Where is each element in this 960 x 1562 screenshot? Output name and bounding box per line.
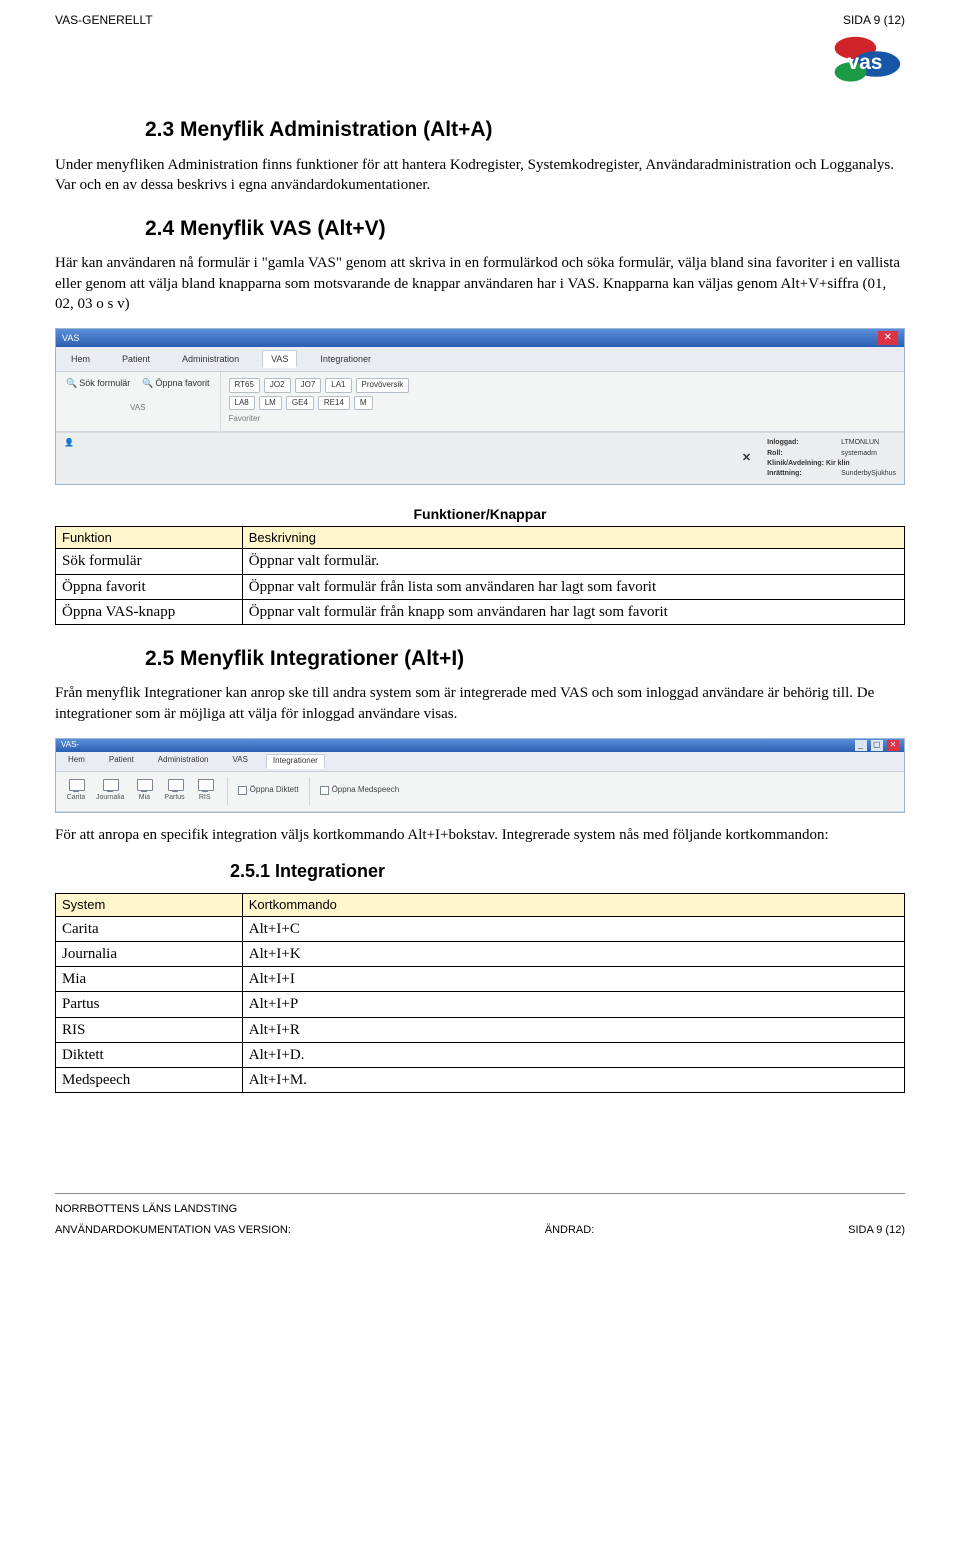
logo-row: vas bbox=[55, 32, 905, 88]
tab-patient[interactable]: Patient bbox=[103, 754, 140, 769]
minimize-icon[interactable]: _ bbox=[855, 740, 867, 751]
integration-ris[interactable]: RIS bbox=[193, 778, 217, 802]
paragraph-2-5-after: För att anropa en specifik integration v… bbox=[55, 825, 905, 845]
funktioner-knappar-table: Funktion Beskrivning Sök formulär Öppnar… bbox=[55, 526, 905, 625]
checkbox-icon bbox=[238, 786, 247, 795]
monitor-icon bbox=[66, 778, 86, 792]
status-bar: 👤 ✕ Inloggad:LTMONLUN Roll:systemadm Kli… bbox=[56, 432, 904, 484]
toolbar-group-label-vas: VAS bbox=[66, 403, 210, 414]
th-funktion: Funktion bbox=[56, 526, 243, 549]
fav-button[interactable]: M bbox=[354, 396, 373, 411]
table-row: JournaliaAlt+I+K bbox=[56, 941, 905, 966]
header-left: VAS-GENERELLT bbox=[55, 12, 153, 28]
user-icon: 👤 bbox=[64, 438, 74, 479]
monitor-icon bbox=[134, 778, 154, 792]
window-title-bar: VAS- _ ▢ ✕ bbox=[56, 739, 904, 752]
fav-button[interactable]: LM bbox=[259, 396, 282, 411]
table-row: MiaAlt+I+I bbox=[56, 967, 905, 992]
status-info: Inloggad:LTMONLUN Roll:systemadm Klinik/… bbox=[767, 438, 896, 479]
th-beskrivning: Beskrivning bbox=[242, 526, 904, 549]
table-row: MedspeechAlt+I+M. bbox=[56, 1068, 905, 1093]
checkbox-oppna-medspeech[interactable]: Öppna Medspeech bbox=[320, 785, 400, 796]
tab-hem[interactable]: Hem bbox=[62, 754, 91, 769]
fav-button[interactable]: LA8 bbox=[229, 396, 255, 411]
tab-integrationer[interactable]: Integrationer bbox=[311, 350, 380, 368]
integration-mia[interactable]: Mia bbox=[132, 778, 156, 802]
ribbon-tabs: Hem Patient Administration VAS Integrati… bbox=[56, 752, 904, 772]
toolbar-group-favoriter: RT65 JO2 JO7 LA1 Provöversik LA8 LM GE4 … bbox=[221, 372, 418, 431]
window-title-bar: VAS ✕ bbox=[56, 329, 904, 347]
toolbar-group-vas: Sök formulär Öppna favorit VAS bbox=[56, 372, 221, 431]
ribbon-tabs: Hem Patient Administration VAS Integrati… bbox=[56, 347, 904, 372]
fav-button[interactable]: Provöversik bbox=[356, 378, 410, 393]
table-row: RISAlt+I+R bbox=[56, 1017, 905, 1042]
heading-2-5-1: 2.5.1 Integrationer bbox=[230, 859, 905, 883]
table-row: Öppna favorit Öppnar valt formulär från … bbox=[56, 574, 905, 599]
table-caption-funktioner: Funktioner/Knappar bbox=[55, 505, 905, 524]
paragraph-2-3: Under menyfliken Administration finns fu… bbox=[55, 155, 905, 196]
integration-carita[interactable]: Carita bbox=[64, 778, 88, 802]
monitor-icon bbox=[195, 778, 215, 792]
monitor-icon bbox=[100, 778, 120, 792]
ribbon-toolbar: Sök formulär Öppna favorit VAS RT65 JO2 … bbox=[56, 372, 904, 432]
fav-button[interactable]: JO7 bbox=[295, 378, 322, 393]
tab-administration[interactable]: Administration bbox=[173, 350, 248, 368]
fav-button[interactable]: RE14 bbox=[318, 396, 350, 411]
close-icon[interactable]: ✕ bbox=[878, 331, 898, 345]
integration-partus[interactable]: Partus bbox=[162, 778, 186, 802]
table-row: CaritaAlt+I+C bbox=[56, 916, 905, 941]
search-icon bbox=[142, 378, 155, 388]
page-header: VAS-GENERELLT SIDA 9 (12) bbox=[55, 12, 905, 28]
th-kortkommando: Kortkommando bbox=[242, 894, 904, 917]
integrationer-table: System Kortkommando CaritaAlt+I+C Journa… bbox=[55, 893, 905, 1093]
sok-formular-button[interactable]: Sök formulär bbox=[66, 377, 130, 389]
heading-2-5: 2.5 Menyflik Integrationer (Alt+I) bbox=[145, 645, 905, 673]
maximize-icon[interactable]: ▢ bbox=[871, 740, 883, 751]
vas-logo: vas bbox=[825, 32, 905, 88]
toolbar-group-label-favoriter: Favoriter bbox=[229, 414, 410, 425]
tab-hem[interactable]: Hem bbox=[62, 350, 99, 368]
fav-button[interactable]: JO2 bbox=[264, 378, 291, 393]
footer-version: ANVÄNDARDOKUMENTATION VAS VERSION: bbox=[55, 1223, 291, 1238]
fav-button[interactable]: LA1 bbox=[325, 378, 351, 393]
window-title: VAS- bbox=[61, 740, 79, 751]
tab-vas[interactable]: VAS bbox=[262, 350, 297, 368]
paragraph-2-5: Från menyflik Integrationer kan anrop sk… bbox=[55, 683, 905, 724]
header-right: SIDA 9 (12) bbox=[843, 12, 905, 28]
integrations-toolbar: Carita Journalia Mia Partus RIS Öppna Di… bbox=[56, 772, 904, 812]
tab-vas[interactable]: VAS bbox=[226, 754, 253, 769]
tab-administration[interactable]: Administration bbox=[152, 754, 215, 769]
oppna-favorit-button[interactable]: Öppna favorit bbox=[142, 377, 209, 389]
heading-2-3: 2.3 Menyflik Administration (Alt+A) bbox=[145, 116, 905, 144]
integration-journalia[interactable]: Journalia bbox=[94, 778, 126, 802]
th-system: System bbox=[56, 894, 243, 917]
window-controls: _ ▢ ✕ bbox=[853, 740, 899, 751]
fav-button[interactable]: GE4 bbox=[286, 396, 314, 411]
tab-patient[interactable]: Patient bbox=[113, 350, 159, 368]
table-row: DiktettAlt+I+D. bbox=[56, 1042, 905, 1067]
monitor-icon bbox=[165, 778, 185, 792]
table-row: Öppna VAS-knapp Öppnar valt formulär frå… bbox=[56, 599, 905, 624]
search-icon bbox=[66, 378, 79, 388]
screenshot-vas-tab: VAS ✕ Hem Patient Administration VAS Int… bbox=[55, 328, 905, 485]
fav-button[interactable]: RT65 bbox=[229, 378, 260, 393]
table-row: Sök formulär Öppnar valt formulär. bbox=[56, 549, 905, 574]
separator bbox=[309, 777, 310, 805]
footer-changed: ÄNDRAD: bbox=[545, 1223, 595, 1238]
heading-2-4: 2.4 Menyflik VAS (Alt+V) bbox=[145, 215, 905, 243]
page-footer: NORRBOTTENS LÄNS LANDSTING ANVÄNDARDOKUM… bbox=[55, 1193, 905, 1238]
checkbox-icon bbox=[320, 786, 329, 795]
tab-integrationer[interactable]: Integrationer bbox=[266, 754, 325, 769]
footer-line1: NORRBOTTENS LÄNS LANDSTING bbox=[55, 1202, 905, 1217]
table-row: PartusAlt+I+P bbox=[56, 992, 905, 1017]
close-icon[interactable]: ✕ bbox=[742, 451, 751, 466]
paragraph-2-4: Här kan användaren nå formulär i "gamla … bbox=[55, 253, 905, 314]
footer-page: SIDA 9 (12) bbox=[848, 1223, 905, 1238]
svg-text:vas: vas bbox=[848, 51, 883, 74]
separator bbox=[227, 777, 228, 805]
screenshot-integrationer-tab: VAS- _ ▢ ✕ Hem Patient Administration VA… bbox=[55, 738, 905, 813]
checkbox-oppna-diktett[interactable]: Öppna Diktett bbox=[238, 785, 299, 796]
close-icon[interactable]: ✕ bbox=[887, 740, 899, 751]
window-title: VAS bbox=[62, 332, 79, 344]
